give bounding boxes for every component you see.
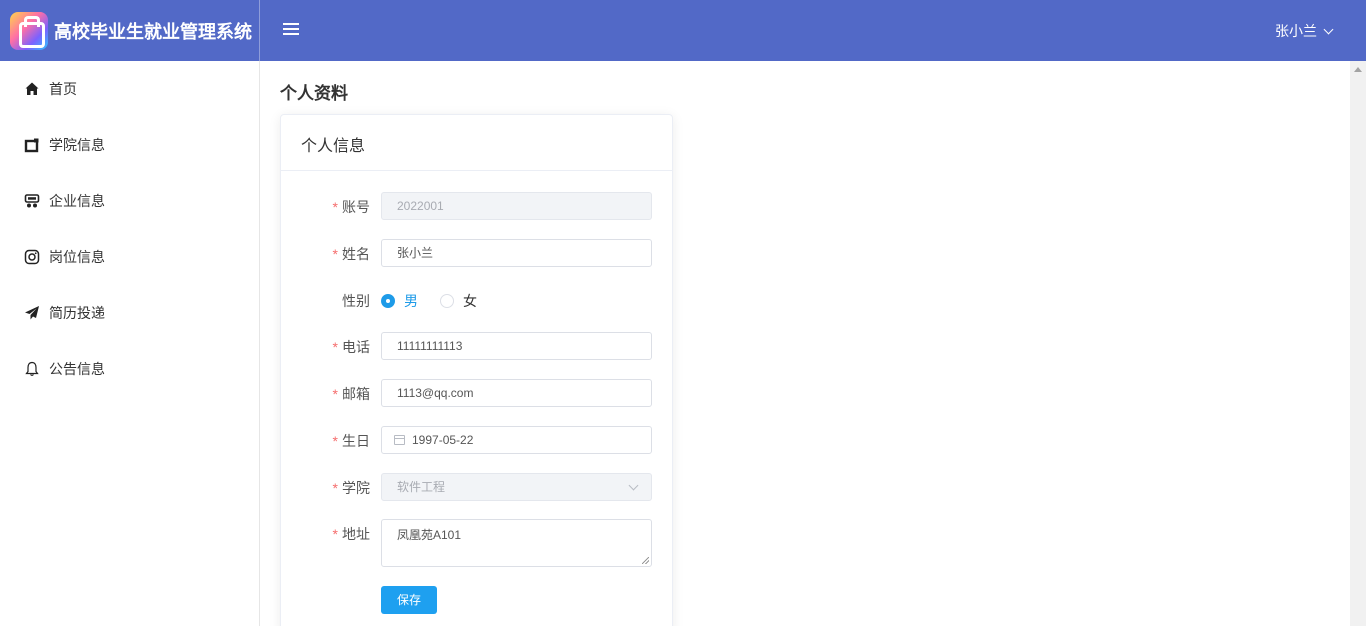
required-mark: *	[332, 339, 338, 355]
sidebar-item-label: 岗位信息	[49, 249, 105, 265]
phone-label: * 电话	[332, 339, 370, 355]
user-menu[interactable]: 张小兰	[1275, 21, 1334, 41]
required-mark: *	[332, 386, 338, 402]
app-logo-icon	[10, 11, 48, 50]
college-icon	[24, 137, 40, 153]
college-label: * 学院	[332, 480, 370, 496]
form-row-birthday: * 生日 1997-05-22	[281, 426, 674, 455]
gender-radio-female[interactable]: 女	[440, 291, 477, 311]
address-value: 凤凰苑A101	[397, 528, 462, 542]
birthday-date-picker[interactable]: 1997-05-22	[381, 426, 652, 454]
top-header: 高校毕业生就业管理系统 张小兰	[0, 0, 1366, 61]
brand[interactable]: 高校毕业生就业管理系统	[0, 0, 259, 61]
sidebar-item-position[interactable]: 岗位信息	[0, 229, 259, 285]
sidebar-item-resume[interactable]: 简历投递	[0, 285, 259, 341]
form-row-address: * 地址 凤凰苑A101	[281, 519, 674, 567]
scroll-up-arrow-icon[interactable]	[1354, 67, 1362, 72]
menu-toggle-icon[interactable]	[283, 23, 299, 37]
company-icon	[24, 193, 40, 209]
send-icon	[24, 305, 40, 321]
position-icon	[24, 249, 40, 265]
birthday-value: 1997-05-22	[412, 433, 474, 447]
form-row-phone: * 电话 11111111113	[281, 332, 674, 361]
resize-handle-icon[interactable]	[642, 557, 649, 564]
gender-label: 性别	[342, 293, 370, 309]
header-divider	[259, 0, 260, 61]
email-label: * 邮箱	[332, 386, 370, 402]
birthday-label: * 生日	[332, 433, 370, 449]
gender-radio-male[interactable]: 男	[381, 291, 418, 311]
college-select: 软件工程	[381, 473, 652, 501]
required-mark: *	[332, 199, 338, 215]
required-mark: *	[332, 246, 338, 262]
sidebar-item-notice[interactable]: 公告信息	[0, 341, 259, 397]
name-label: * 姓名	[332, 246, 370, 262]
address-label: * 地址	[332, 526, 370, 542]
sidebar-item-label: 学院信息	[49, 137, 105, 153]
sidebar-item-label: 公告信息	[49, 361, 105, 377]
name-field[interactable]: 张小兰	[381, 239, 652, 267]
card-title: 个人信息	[281, 115, 672, 171]
required-mark: *	[332, 480, 338, 496]
app-title: 高校毕业生就业管理系统	[54, 21, 252, 42]
form-row-college: * 学院 软件工程	[281, 473, 674, 502]
radio-unchecked-icon	[440, 294, 454, 308]
radio-checked-icon	[381, 294, 395, 308]
calendar-icon	[394, 435, 405, 445]
sidebar-item-home[interactable]: 首页	[0, 61, 259, 117]
gender-radio-group: 男 女	[381, 291, 499, 311]
vertical-scrollbar[interactable]	[1350, 61, 1366, 626]
chevron-down-icon	[1323, 24, 1334, 34]
phone-field[interactable]: 11111111113	[381, 332, 652, 360]
profile-card: 个人信息 * 账号 2022001 * 姓名 张小兰 性别 男 女 * 电话 1…	[280, 114, 673, 626]
sidebar-item-label: 简历投递	[49, 305, 105, 321]
email-field[interactable]: 1113@qq.com	[381, 379, 652, 407]
account-field: 2022001	[381, 192, 652, 220]
required-mark: *	[332, 433, 338, 449]
required-mark: *	[332, 526, 338, 542]
home-icon	[24, 81, 40, 97]
sidebar-item-college[interactable]: 学院信息	[0, 117, 259, 173]
account-label: * 账号	[332, 199, 370, 215]
gender-option-male: 男	[404, 293, 418, 309]
chevron-down-icon	[628, 480, 639, 491]
form-row-name: * 姓名 张小兰	[281, 239, 674, 268]
sidebar-item-label: 企业信息	[49, 193, 105, 209]
college-value: 软件工程	[397, 480, 446, 494]
form-row-gender: 性别 男 女	[281, 286, 674, 315]
gender-option-female: 女	[463, 293, 477, 309]
address-textarea[interactable]: 凤凰苑A101	[381, 519, 652, 567]
form-row-account: * 账号 2022001	[281, 192, 674, 221]
sidebar-item-company[interactable]: 企业信息	[0, 173, 259, 229]
sidebar: 首页 学院信息 企业信息 岗位信息 简历投递 公告信息	[0, 61, 260, 626]
bell-icon	[24, 361, 40, 377]
save-button[interactable]: 保存	[381, 586, 437, 614]
sidebar-item-label: 首页	[49, 81, 77, 97]
form-row-email: * 邮箱 1113@qq.com	[281, 379, 674, 408]
page-title: 个人资料	[280, 84, 348, 103]
user-name: 张小兰	[1275, 23, 1317, 39]
main-content: 个人资料 个人信息 * 账号 2022001 * 姓名 张小兰 性别 男 女 *…	[260, 61, 1350, 626]
